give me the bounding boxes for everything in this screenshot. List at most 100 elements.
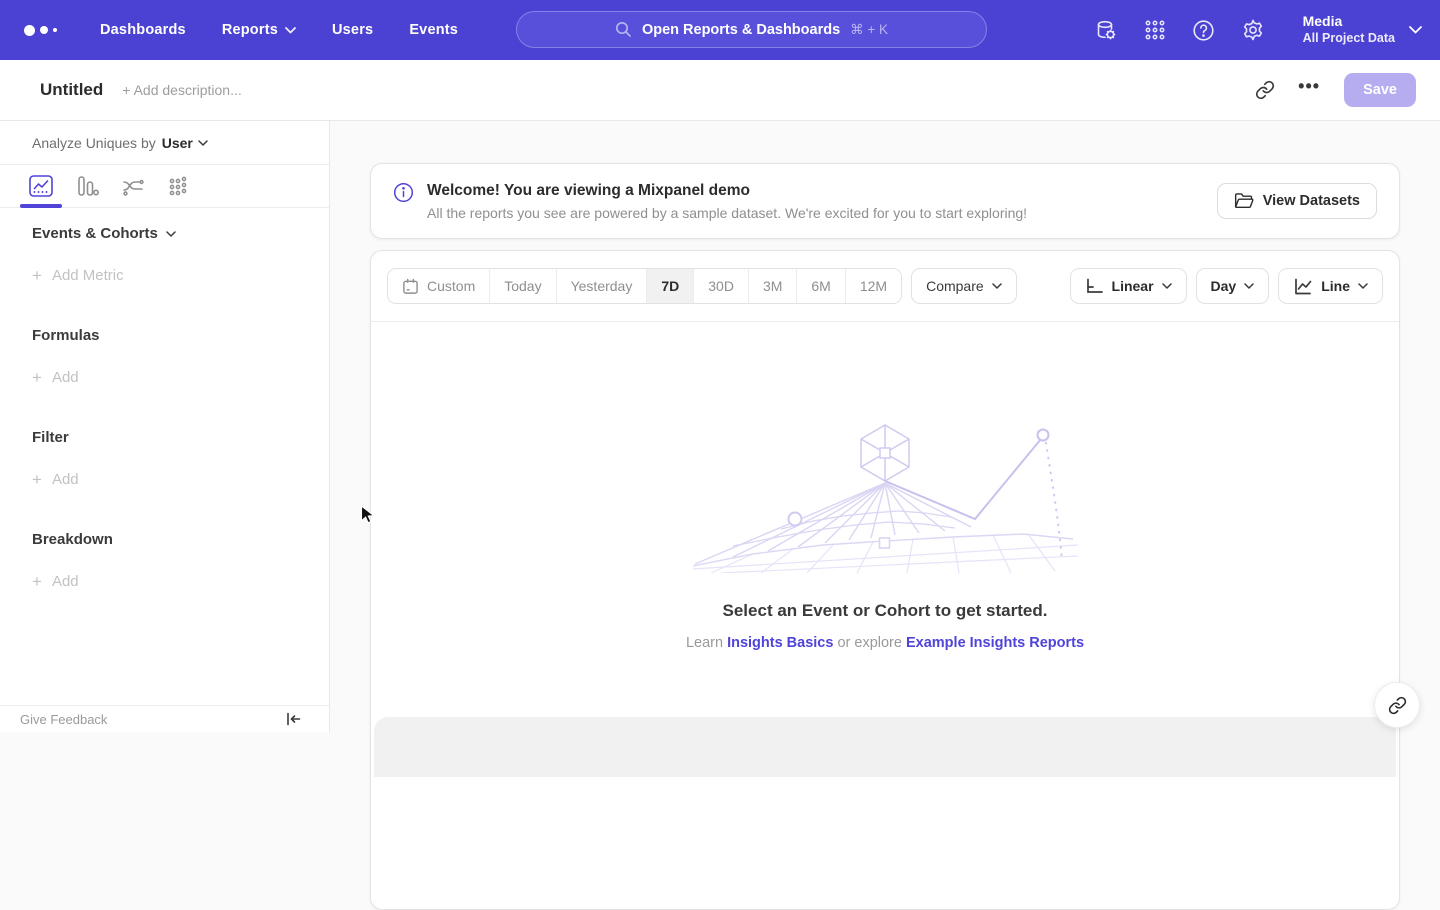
chevron-down-icon [992,283,1002,289]
date-range-yesterday[interactable]: Yesterday [557,269,648,303]
project-switcher[interactable]: Media All Project Data [1303,13,1422,46]
chevron-down-icon [198,140,208,146]
chart-type-tabs [0,165,329,208]
share-link-fab[interactable] [1374,682,1420,728]
collapse-sidebar-button[interactable] [286,712,301,726]
section-filter: Filter + Add [0,429,329,488]
date-range-custom[interactable]: Custom [388,269,490,303]
apps-grid-icon[interactable] [1142,17,1168,43]
linear-axis-icon [1085,278,1104,295]
query-builder-sidebar: Analyze Uniques by User [0,121,330,732]
link-icon [1388,696,1407,715]
analyze-uniques-row: Analyze Uniques by User [0,121,329,165]
settings-gear-icon[interactable] [1240,17,1266,43]
add-metric-button[interactable]: + Add Metric [32,267,297,284]
tab-metrics-grid[interactable] [166,165,192,208]
nav-item-reports[interactable]: Reports [222,22,296,38]
formulas-header: Formulas [32,327,297,344]
compare-label: Compare [926,278,984,294]
chart-type-label: Line [1321,278,1350,294]
plus-icon: + [32,573,42,590]
date-range-3m[interactable]: 3M [749,269,797,303]
action-label: Add [52,573,79,590]
range-label: 12M [860,278,887,294]
chevron-down-icon [285,27,296,34]
date-range-6m[interactable]: 6M [797,269,845,303]
date-range-7d[interactable]: 7D [647,269,694,303]
project-name: Media [1303,13,1395,31]
mixpanel-logo[interactable] [24,25,78,36]
plus-icon: + [32,369,42,386]
nav-item-events[interactable]: Events [409,22,458,38]
bottom-section-peek [374,717,1396,777]
button-label: View Datasets [1263,193,1360,209]
chevron-down-icon [1244,283,1254,289]
date-range-selector: Custom Today Yesterday 7D 30D 3M 6M 12M [387,268,902,304]
line-type-icon [1293,278,1313,295]
chevron-down-icon [1409,26,1422,34]
collapse-left-icon [286,712,301,726]
copy-link-button[interactable] [1248,73,1282,107]
scale-selector[interactable]: Linear [1070,268,1187,304]
nav-label: Dashboards [100,22,186,38]
report-title[interactable]: Untitled [40,80,103,100]
plus-icon: + [32,267,42,284]
empty-state-links: Learn Insights Basics or explore Example… [371,635,1399,651]
add-formula-button[interactable]: + Add [32,369,297,386]
project-data-scope: All Project Data [1303,31,1395,47]
section-title: Events & Cohorts [32,225,158,242]
banner-subtitle: All the reports you see are powered by a… [427,205,1027,221]
section-formulas: Formulas + Add [0,327,329,386]
tab-bar-chart[interactable] [74,165,100,208]
save-button[interactable]: Save [1344,73,1416,107]
chart-controls-row: Custom Today Yesterday 7D 30D 3M 6M 12M … [371,251,1399,322]
action-label: Add [52,369,79,386]
data-management-icon[interactable] [1093,17,1119,43]
date-range-today[interactable]: Today [490,269,556,303]
range-label: 3M [763,278,782,294]
interval-label: Day [1211,278,1237,294]
info-icon [393,182,415,204]
action-label: Add Metric [52,267,124,284]
date-range-12m[interactable]: 12M [846,269,901,303]
learn-prefix: Learn [686,635,723,651]
nav-label: Events [409,22,458,38]
tab-line-chart[interactable] [28,165,54,208]
more-options-button[interactable]: ••• [1292,73,1326,107]
search-shortcut: ⌘ + K [850,22,888,38]
nav-item-dashboards[interactable]: Dashboards [100,22,186,38]
nav-right-group: Media All Project Data [1093,0,1422,60]
chart-display-controls: Linear Day Line [1070,268,1383,304]
example-insights-reports-link[interactable]: Example Insights Reports [906,635,1084,651]
empty-state-illustration [693,421,1078,573]
report-description-placeholder[interactable]: + Add description... [122,82,241,98]
chart-type-selector[interactable]: Line [1278,268,1383,304]
events-cohorts-header[interactable]: Events & Cohorts [32,225,297,242]
range-label: 6M [811,278,830,294]
compare-button[interactable]: Compare [911,268,1017,304]
help-icon[interactable] [1191,17,1217,43]
scale-label: Linear [1112,278,1154,294]
chevron-down-icon [1358,283,1368,289]
filter-header: Filter [32,429,297,446]
give-feedback-link[interactable]: Give Feedback [20,712,107,727]
analyze-by-selector[interactable]: User [162,135,208,151]
folder-icon [1234,192,1254,210]
add-breakdown-button[interactable]: + Add [32,573,297,590]
breakdown-header: Breakdown [32,531,297,548]
global-search-bar[interactable]: Open Reports & Dashboards ⌘ + K [516,11,987,48]
range-label: Custom [427,278,475,294]
tab-flow-chart[interactable] [120,165,146,208]
report-header: Untitled + Add description... ••• Save [0,60,1440,121]
range-label: Today [504,278,541,294]
selected-tab-indicator [20,204,62,208]
section-events-cohorts: Events & Cohorts + Add Metric [0,225,329,284]
date-range-30d[interactable]: 30D [694,269,749,303]
nav-item-users[interactable]: Users [332,22,373,38]
main-content: Welcome! You are viewing a Mixpanel demo… [330,121,1440,732]
view-datasets-button[interactable]: View Datasets [1217,183,1377,219]
add-filter-button[interactable]: + Add [32,471,297,488]
sidebar-footer: Give Feedback [0,705,329,732]
interval-selector[interactable]: Day [1196,268,1270,304]
insights-basics-link[interactable]: Insights Basics [727,635,833,651]
